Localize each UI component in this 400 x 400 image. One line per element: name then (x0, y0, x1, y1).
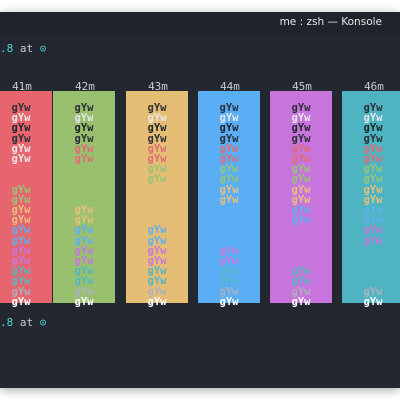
shell-prompt-top: .8 at ⊙ (0, 42, 46, 55)
sample-text-cell: gYw (74, 295, 94, 308)
konsole-window: me : zsh — Konsole .8 at ⊙ 41m 42m 43m 44m 4… (0, 12, 400, 388)
color-column: gYw gYw gYw gYw gYw gYw gYw gYw gYw gYw gYw gYw gYw g… (53, 91, 115, 308)
color-column: gYw gYw gYw gYw gYw gYw gYw gYw gYw gYw gYw gYw gYw g… (0, 91, 52, 308)
prompt-version: .8 (0, 42, 14, 55)
sample-text-cell: gYw (219, 295, 239, 308)
sample-text-cell: gYw (147, 295, 167, 308)
color-column: gYw gYw gYw gYw gYw gYw gYw gYw gYw gYw gYw gYw gYw g… (198, 91, 260, 308)
prompt-at: at (13, 316, 40, 329)
shell-prompt-bottom: .8 at ⊙ (0, 316, 46, 329)
color-column: gYw gYw gYw gYw gYw gYw gYw gYw gYw gYw gYw gYw gYw g… (126, 91, 188, 308)
sample-text-cell: gYw (11, 295, 31, 308)
window-title: me : zsh — Konsole (279, 16, 382, 28)
sample-text-cell: gYw (291, 295, 311, 308)
prompt-git-icon: ⊙ (39, 42, 47, 55)
prompt-git-icon: ⊙ (39, 316, 47, 329)
prompt-version: .8 (0, 316, 14, 329)
color-column: gYw gYw gYw gYw gYw gYw gYw gYw gYw gYw gYw gYw gYw g… (270, 91, 332, 308)
sample-text-cell: gYw (363, 295, 383, 308)
color-column: gYw gYw gYw gYw gYw gYw gYw gYw gYw gYw gYw gYw gYw g… (342, 91, 400, 308)
title-bar[interactable]: me : zsh — Konsole (0, 12, 400, 34)
prompt-at: at (13, 42, 40, 55)
